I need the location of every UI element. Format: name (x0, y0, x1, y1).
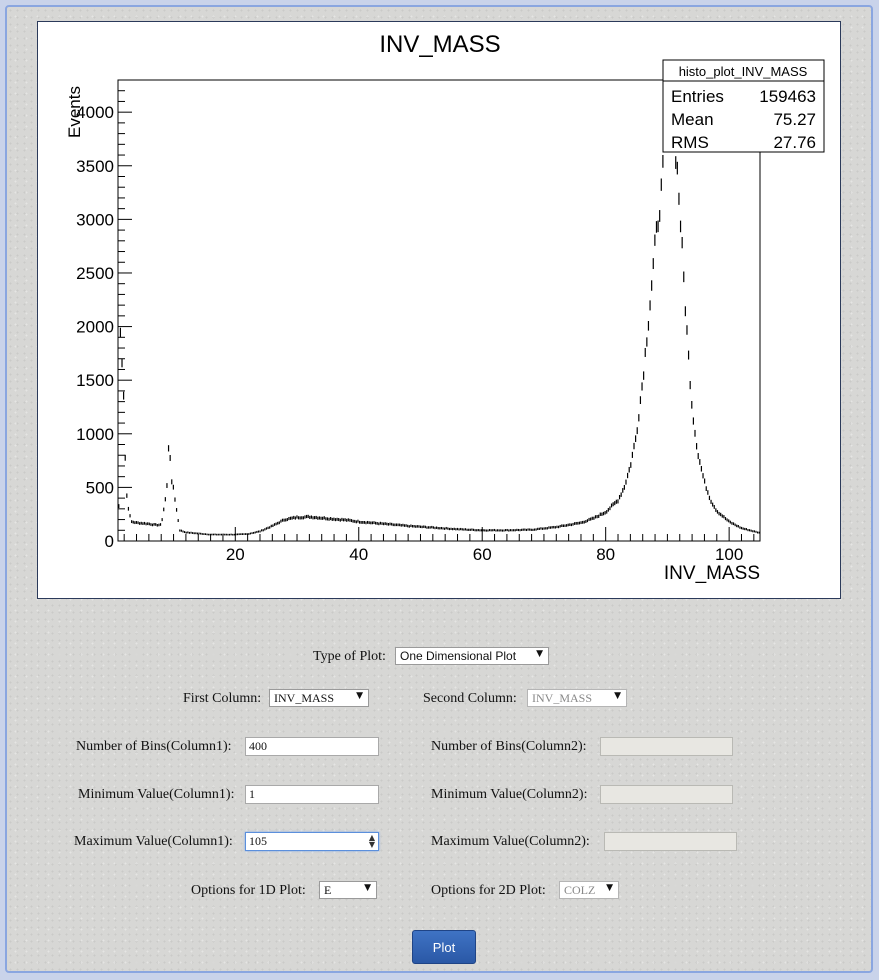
type-of-plot-value: One Dimensional Plot (400, 649, 517, 663)
options-2d-label: Options for 2D Plot: (431, 883, 546, 898)
options-1d-value: E (324, 883, 332, 897)
x-tick-label: 40 (349, 545, 368, 564)
bins-col1-label: Number of Bins(Column1): (76, 739, 232, 754)
type-of-plot-label: Type of Plot: (313, 649, 386, 664)
data-points (118, 104, 760, 536)
first-column-label: First Column: (183, 691, 262, 706)
first-column-value: INV_MASS (274, 691, 335, 705)
options-2d-value: COLZ (564, 883, 596, 897)
y-tick-label: 500 (86, 478, 114, 497)
stats-entries-label: Entries (671, 87, 724, 106)
y-tick-label: 3000 (76, 210, 114, 229)
x-tick-label: 20 (226, 545, 245, 564)
second-column-label: Second Column: (423, 691, 517, 706)
y-tick-label: 3500 (76, 157, 114, 176)
y-tick-label: 0 (105, 532, 114, 551)
second-column-value: INV_MASS (532, 691, 593, 705)
max-col2-input[interactable] (604, 832, 737, 851)
stats-rms-label: RMS (671, 133, 709, 152)
histogram-svg: INV_MASS Events INV_MASS 050010001500200… (65, 31, 825, 584)
y-tick-label: 2000 (76, 318, 114, 337)
y-tick-label: 1000 (76, 425, 114, 444)
max-col2-label: Maximum Value(Column2): (431, 834, 590, 849)
stats-mean-label: Mean (671, 110, 714, 129)
min-col1-label: Minimum Value(Column1): (78, 787, 235, 802)
min-col2-label: Minimum Value(Column2): (431, 787, 588, 802)
page-frame: INV_MASS Events INV_MASS 0 500 1000 1500 200… (5, 5, 873, 973)
min-col1-input[interactable]: 1 (245, 785, 379, 804)
y-axis-ticks: 0 500 1000 1500 2000 2500 3000 3500 4000 (76, 90, 132, 551)
stats-box: histo_plot_INV_MASS Entries 159463 Mean … (662, 59, 825, 153)
plot-button[interactable]: Plot (412, 930, 476, 964)
spinner-arrows-icon[interactable]: ▲ ▼ (369, 834, 375, 849)
bins-col1-input[interactable]: 400 (245, 737, 379, 756)
options-1d-select[interactable]: E ▼ (319, 881, 377, 899)
bins-col2-input[interactable] (600, 737, 733, 756)
type-of-plot-select[interactable]: One Dimensional Plot ▼ (395, 647, 549, 665)
first-column-select[interactable]: INV_MASS ▼ (269, 689, 369, 707)
bins-col2-label: Number of Bins(Column2): (431, 739, 587, 754)
chevron-down-icon: ▼ (614, 691, 621, 701)
stats-entries-value: 159463 (759, 87, 816, 106)
max-col1-value: 105 (249, 834, 267, 848)
x-axis-label: INV_MASS (664, 563, 760, 584)
chevron-down-icon: ▼ (536, 649, 543, 659)
second-column-select[interactable]: INV_MASS ▼ (527, 689, 627, 707)
x-tick-label: 100 (715, 545, 743, 564)
x-axis-ticks: 20 40 60 80 100 (123, 527, 755, 564)
chart-title: INV_MASS (379, 31, 500, 58)
histogram-canvas: INV_MASS Events INV_MASS 0 500 1000 1500 200… (37, 21, 841, 599)
max-col1-input[interactable]: 105 ▲ ▼ (245, 832, 379, 851)
stats-rms-value: 27.76 (773, 133, 816, 152)
min-col2-input[interactable] (600, 785, 733, 804)
chevron-down-icon: ▼ (364, 883, 371, 893)
options-2d-select[interactable]: COLZ ▼ (559, 881, 619, 899)
chevron-down-icon: ▼ (356, 691, 363, 701)
x-tick-label: 80 (596, 545, 615, 564)
max-col1-label: Maximum Value(Column1): (74, 834, 233, 849)
stats-mean-value: 75.27 (773, 110, 816, 129)
stats-box-name: histo_plot_INV_MASS (679, 64, 808, 79)
options-1d-label: Options for 1D Plot: (191, 883, 306, 898)
y-tick-label: 4000 (76, 103, 114, 122)
chevron-down-icon: ▼ (606, 883, 613, 893)
y-tick-label: 1500 (76, 371, 114, 390)
x-tick-label: 60 (473, 545, 492, 564)
y-tick-label: 2500 (76, 264, 114, 283)
